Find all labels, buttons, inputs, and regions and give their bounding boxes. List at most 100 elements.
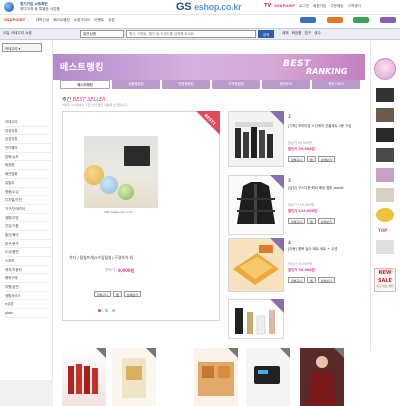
tab-2[interactable]: 연령별랭킹 bbox=[162, 80, 210, 89]
category-item[interactable]: 생활서비스 bbox=[5, 292, 51, 301]
category-item[interactable]: e쿠폰 bbox=[5, 300, 51, 310]
category-button[interactable]: 카테고리 ▾ bbox=[2, 43, 42, 52]
rail-thumb[interactable] bbox=[376, 148, 394, 162]
search-scope-select[interactable]: 일반상품 bbox=[80, 30, 124, 38]
category-item[interactable]: 패션잡화 bbox=[5, 170, 51, 179]
hot-keyword[interactable]: 화장품 bbox=[292, 31, 302, 36]
rank-ribbon bbox=[280, 348, 290, 358]
rank-4-name[interactable]: [아동] 원목 놀이 매트 세트 + 쿠션 bbox=[288, 247, 358, 252]
tab-0[interactable]: 베스트랭킹 bbox=[60, 80, 110, 89]
tv-icon[interactable]: TV bbox=[264, 3, 271, 9]
pager-dot[interactable] bbox=[112, 309, 115, 312]
rank-2-price: 할인가 29,900원 bbox=[288, 147, 315, 151]
gs-home-link[interactable]: GS&POINT bbox=[4, 18, 25, 22]
yarn-ball-image bbox=[118, 184, 134, 200]
rail-thumb[interactable] bbox=[376, 208, 394, 222]
hot-keyword[interactable]: 생수 bbox=[314, 31, 321, 36]
category-item[interactable]: 해외구매 bbox=[5, 274, 51, 284]
util-link-help[interactable]: 고객센터 bbox=[348, 4, 361, 9]
tab-3[interactable]: 고객별랭킹 bbox=[212, 80, 260, 89]
util-link-order[interactable]: 주문배송 bbox=[330, 4, 343, 9]
category-item[interactable]: 생활/주방 bbox=[5, 214, 51, 223]
category-item[interactable]: 화장품 bbox=[5, 161, 51, 171]
category-item[interactable]: 레저/자동차 bbox=[5, 266, 51, 275]
cart-button[interactable]: 장바구니 bbox=[288, 218, 306, 224]
avatar[interactable] bbox=[374, 58, 396, 80]
rail-thumb[interactable] bbox=[376, 240, 394, 254]
category-item[interactable]: 쥬얼리 bbox=[5, 179, 51, 188]
section-title: 주간 BEST SELLER bbox=[62, 96, 106, 103]
nav-link-coupon[interactable]: 쿠폰 bbox=[108, 18, 115, 23]
wish-button[interactable]: 찜 bbox=[307, 277, 316, 283]
util-link-join[interactable]: 회원가입 bbox=[313, 4, 326, 9]
rail-thumb[interactable] bbox=[376, 188, 394, 202]
featured-product-name[interactable]: 기타 / 털실뜨개(5수입털실) 구경하기 외 bbox=[69, 255, 133, 261]
category-item[interactable]: 건강/식품 bbox=[5, 222, 51, 231]
rank-2-number: 2 bbox=[288, 114, 291, 119]
rank-3-name[interactable]: [남성] 구스다운 헤비 패딩 점퍼 Jacket bbox=[288, 186, 358, 191]
category-item[interactable]: 디지털/가전 bbox=[5, 196, 51, 205]
wish-button[interactable]: 찜 bbox=[307, 156, 316, 162]
nav-link-event[interactable]: 이벤트 bbox=[94, 18, 104, 23]
today-category-label[interactable]: 오늘 카테고리 쇼핑 bbox=[3, 31, 32, 36]
category-item[interactable]: 스포츠 bbox=[5, 257, 51, 266]
image-caption: http://www.xxx.co.kr bbox=[104, 210, 133, 214]
partner-icon-1[interactable] bbox=[300, 17, 316, 23]
category-item[interactable]: 출산/육아 bbox=[5, 231, 51, 240]
scroll-top-button[interactable]: TOP bbox=[378, 228, 387, 233]
rank-ribbon bbox=[270, 175, 284, 189]
logo-tld: .co.kr bbox=[219, 2, 242, 12]
category-item[interactable]: plain bbox=[5, 309, 51, 318]
gs-point-link[interactable]: GS&POINT bbox=[274, 4, 295, 9]
pager-dot[interactable] bbox=[105, 309, 108, 312]
category-item[interactable]: 도서/음반 bbox=[5, 248, 51, 257]
wish-button[interactable]: 찜 bbox=[113, 291, 122, 297]
promo-badge-icon[interactable] bbox=[4, 2, 14, 12]
detail-button[interactable]: 상세보기 bbox=[123, 291, 141, 297]
banner-ranking: RANKING bbox=[306, 67, 348, 76]
nav-link-new[interactable]: 대박신상 bbox=[36, 18, 49, 23]
nav-links: 대박신상 베스트랭킹 쇼핑가이드 이벤트 쿠폰 bbox=[36, 18, 115, 23]
category-item[interactable]: 완구/문구 bbox=[5, 240, 51, 249]
detail-button[interactable]: 상세보기 bbox=[317, 218, 335, 224]
partner-icon-2[interactable] bbox=[326, 17, 343, 23]
pager-dot[interactable] bbox=[98, 309, 101, 312]
tab-4[interactable]: 랭킹토크 bbox=[262, 80, 310, 89]
category-item[interactable]: 여성의류 bbox=[5, 127, 51, 136]
nav-link-guide[interactable]: 쇼핑가이드 bbox=[74, 18, 91, 23]
category-item[interactable]: 명품/수입 bbox=[5, 188, 51, 197]
promo-text-2[interactable]: 최다고객 중 특별한 사은품 bbox=[20, 7, 60, 12]
sale-badge[interactable]: NEW SALE 지금 바로 확인 bbox=[374, 268, 396, 292]
util-link-login[interactable]: 로그인 bbox=[299, 4, 309, 9]
search-input[interactable] bbox=[126, 30, 256, 38]
site-logo[interactable]: GS eshop.co.kr bbox=[176, 1, 242, 13]
sale-badge-sub: 지금 바로 확인 bbox=[376, 284, 394, 288]
hot-keyword[interactable]: 침구 bbox=[305, 31, 312, 36]
rank-2-name[interactable]: [기획] 프리미엄 스킨케어 선물세트 5종 구성 bbox=[288, 124, 358, 129]
tab-1[interactable]: 상품별랭킹 bbox=[112, 80, 160, 89]
rail-thumb[interactable] bbox=[376, 168, 394, 182]
partner-icon-3[interactable] bbox=[353, 17, 370, 23]
search-button[interactable]: 검색 bbox=[258, 30, 274, 38]
rail-thumb[interactable] bbox=[376, 128, 394, 142]
category-item[interactable]: 여행/공연 bbox=[5, 283, 51, 292]
wish-button[interactable]: 찜 bbox=[307, 218, 316, 224]
price-label: 판매가 bbox=[105, 268, 115, 272]
nav-link-best[interactable]: 베스트랭킹 bbox=[53, 18, 70, 23]
category-item[interactable]: 언더웨어 bbox=[5, 144, 51, 153]
cart-button[interactable]: 장바구니 bbox=[288, 277, 306, 283]
category-item[interactable]: 남성의류 bbox=[5, 135, 51, 145]
cart-button[interactable]: 장바구니 bbox=[94, 291, 112, 297]
hot-keyword[interactable]: 세제 bbox=[282, 31, 289, 36]
rank-3-orig-price: 정상가 159,000원 bbox=[288, 203, 314, 207]
category-item[interactable]: 잡화/슈즈 bbox=[5, 153, 51, 162]
rail-thumb[interactable] bbox=[376, 88, 394, 102]
partner-icon-4[interactable] bbox=[379, 17, 396, 23]
category-item[interactable]: 카테고리 bbox=[5, 118, 51, 127]
rail-thumb[interactable] bbox=[376, 108, 394, 122]
tab-5[interactable]: 랭킹스토어 bbox=[312, 80, 360, 89]
detail-button[interactable]: 상세보기 bbox=[317, 277, 335, 283]
cart-button[interactable]: 장바구니 bbox=[288, 156, 306, 162]
detail-button[interactable]: 상세보기 bbox=[317, 156, 335, 162]
category-item[interactable]: 가구/인테리어 bbox=[5, 205, 51, 214]
